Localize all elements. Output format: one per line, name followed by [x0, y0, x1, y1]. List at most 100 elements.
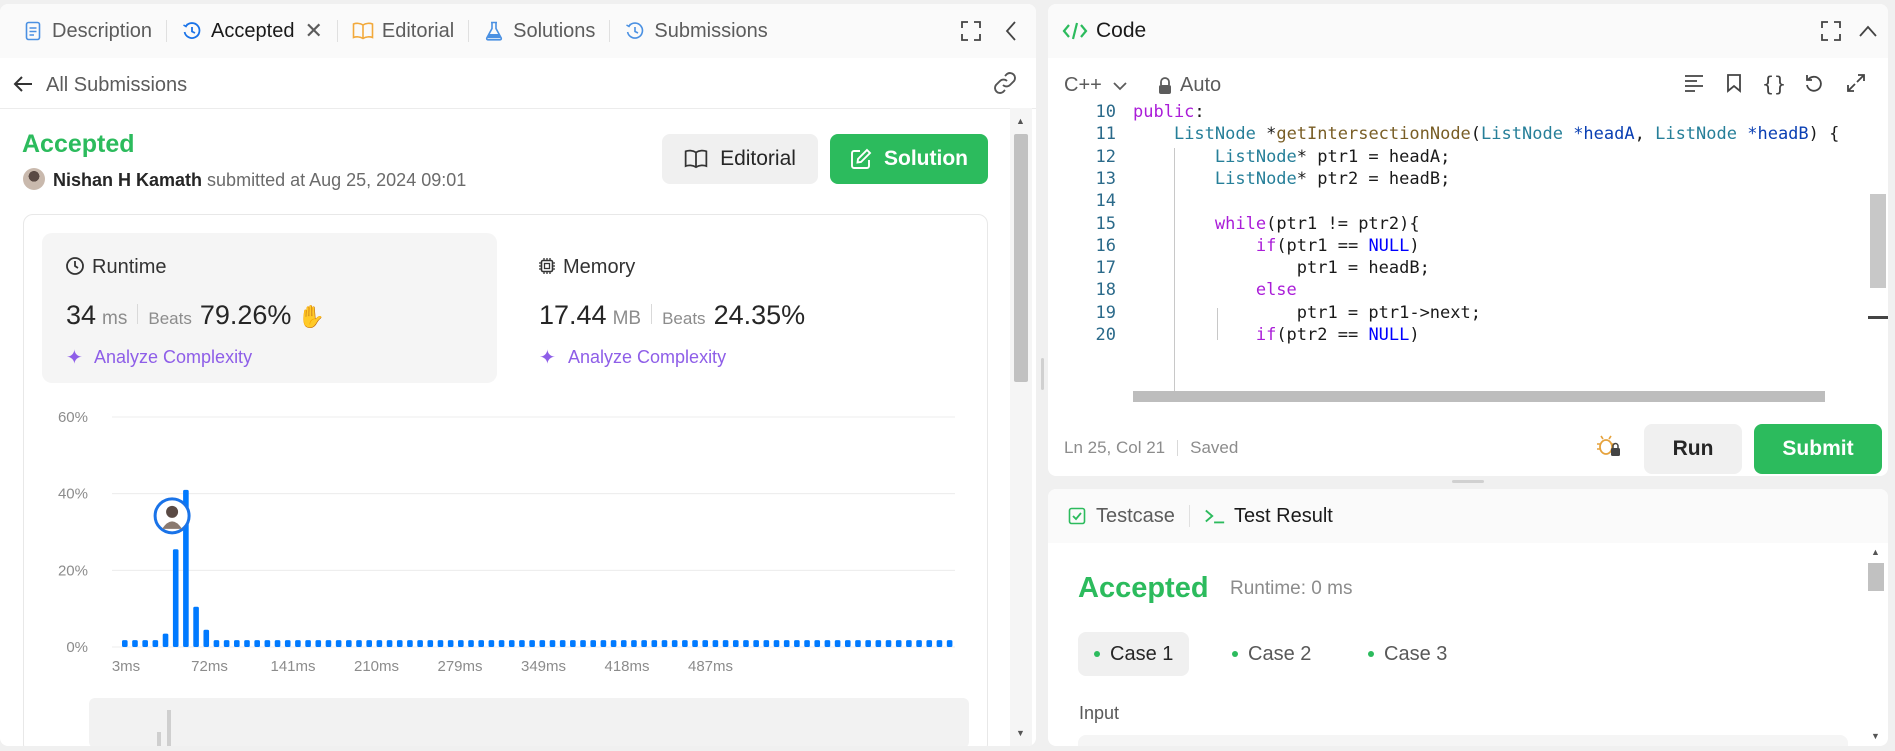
chart-bar[interactable]	[743, 640, 749, 647]
chart-bar[interactable]	[559, 640, 566, 647]
chart-bar[interactable]	[620, 640, 627, 647]
braces-icon[interactable]: {}	[1762, 72, 1786, 96]
chart-bar[interactable]	[865, 640, 871, 647]
chart-bar[interactable]	[427, 640, 434, 647]
back-arrow-icon[interactable]	[12, 74, 34, 99]
chart-bar[interactable]	[244, 640, 250, 647]
chart-bar[interactable]	[610, 640, 617, 647]
memory-analyze-link[interactable]: Analyze Complexity	[568, 347, 726, 368]
chart-bar[interactable]	[875, 640, 882, 647]
chart-bar[interactable]	[844, 640, 851, 647]
chart-bar[interactable]	[855, 640, 861, 647]
chart-bar[interactable]	[936, 640, 943, 647]
chart-bar[interactable]	[284, 640, 291, 647]
chart-bar[interactable]	[508, 640, 515, 647]
result-scrollbar[interactable]: ▲ ▼	[1866, 545, 1886, 745]
chart-bar[interactable]	[488, 640, 495, 647]
run-button[interactable]: Run	[1644, 424, 1742, 474]
code-scrollbar[interactable]	[1868, 102, 1888, 402]
chart-bar[interactable]	[783, 640, 790, 647]
chart-bar[interactable]	[631, 640, 637, 647]
chart-bar[interactable]	[753, 640, 759, 647]
chart-bar[interactable]	[193, 606, 199, 647]
close-tab-icon[interactable]: ✕	[304, 18, 322, 44]
debug-lock-icon[interactable]	[1596, 434, 1622, 463]
chart-bar[interactable]	[132, 640, 138, 647]
chart-bar[interactable]	[671, 640, 678, 647]
chart-bar[interactable]	[325, 640, 332, 647]
chart-bar[interactable]	[162, 633, 169, 647]
reset-icon[interactable]	[1804, 73, 1824, 98]
chart-bar[interactable]	[142, 640, 148, 647]
chart-bar[interactable]	[315, 640, 322, 647]
link-icon[interactable]	[992, 72, 1018, 99]
runtime-analyze-link[interactable]: Analyze Complexity	[94, 347, 252, 368]
chart-bar[interactable]	[335, 640, 342, 647]
tab-editorial[interactable]: Editorial	[342, 4, 464, 58]
chart-bar[interactable]	[895, 640, 902, 647]
chart-bar[interactable]	[885, 640, 892, 647]
chart-bar[interactable]	[763, 640, 770, 647]
chart-bar[interactable]	[712, 640, 719, 647]
solution-button[interactable]: Solution	[830, 134, 988, 184]
chart-bar[interactable]	[590, 640, 597, 647]
vertical-resize-handle[interactable]	[1041, 358, 1044, 390]
maximize-icon[interactable]	[1820, 20, 1842, 47]
chart-bar[interactable]	[386, 640, 393, 647]
language-select[interactable]: C++	[1064, 74, 1128, 97]
chart-bar[interactable]	[916, 640, 922, 647]
tab-testcase[interactable]: Testcase	[1056, 489, 1185, 543]
chart-bar[interactable]	[539, 640, 546, 647]
bookmark-icon[interactable]	[1726, 73, 1742, 98]
collapse-up-icon[interactable]	[1858, 24, 1878, 43]
chart-bar[interactable]	[804, 640, 810, 647]
format-icon[interactable]	[1684, 74, 1704, 97]
chart-bar[interactable]	[814, 640, 821, 647]
chart-bar[interactable]	[794, 640, 800, 647]
chart-range-overview[interactable]	[89, 698, 969, 746]
expand-icon[interactable]	[1846, 73, 1866, 98]
chart-bar[interactable]	[356, 640, 362, 647]
user-name[interactable]: Nishan H Kamath	[53, 170, 202, 190]
chart-bar[interactable]	[926, 640, 933, 647]
tab-submissions[interactable]: Submissions	[614, 4, 777, 58]
tab-description[interactable]: Description	[12, 4, 162, 58]
tab-solutions[interactable]: Solutions	[473, 4, 605, 58]
case-3-tab[interactable]: Case 3	[1352, 632, 1463, 676]
chart-bar[interactable]	[529, 640, 535, 647]
chart-bar[interactable]	[447, 640, 454, 647]
chart-bar[interactable]	[122, 640, 128, 647]
collapse-left-icon[interactable]	[1004, 20, 1018, 47]
submit-button[interactable]: Submit	[1754, 424, 1882, 474]
chart-bar[interactable]	[305, 640, 311, 647]
chart-bar[interactable]	[702, 640, 709, 647]
chart-bar[interactable]	[906, 640, 912, 647]
chart-bar[interactable]	[549, 640, 556, 647]
chart-bar[interactable]	[834, 640, 841, 647]
chart-bar[interactable]	[234, 640, 240, 647]
chart-bar[interactable]	[366, 640, 372, 647]
chart-bar[interactable]	[641, 640, 647, 647]
chart-bar[interactable]	[722, 640, 729, 647]
tab-accepted[interactable]: Accepted ✕	[171, 4, 333, 58]
case-2-tab[interactable]: Case 2	[1216, 632, 1327, 676]
chart-bar[interactable]	[468, 640, 474, 647]
chart-bar[interactable]	[580, 640, 586, 647]
chart-bar[interactable]	[417, 640, 423, 647]
case-1-tab[interactable]: Case 1	[1078, 632, 1190, 676]
chart-bar[interactable]	[172, 549, 179, 647]
chart-bar[interactable]	[152, 640, 159, 647]
chart-bar[interactable]	[773, 640, 780, 647]
chart-bar[interactable]	[478, 640, 485, 647]
maximize-icon[interactable]	[960, 20, 982, 47]
chart-bar[interactable]	[519, 640, 525, 647]
all-submissions-link[interactable]: All Submissions	[46, 74, 187, 97]
chart-bar[interactable]	[376, 640, 383, 647]
tab-test-result[interactable]: Test Result	[1194, 489, 1343, 543]
panel-resize-handle[interactable]	[1452, 480, 1484, 483]
chart-bar[interactable]	[570, 640, 576, 647]
mode-toggle[interactable]: Auto	[1158, 74, 1221, 97]
chart-bar[interactable]	[458, 640, 464, 647]
chart-bar[interactable]	[295, 640, 301, 647]
chart-bar[interactable]	[213, 640, 220, 647]
